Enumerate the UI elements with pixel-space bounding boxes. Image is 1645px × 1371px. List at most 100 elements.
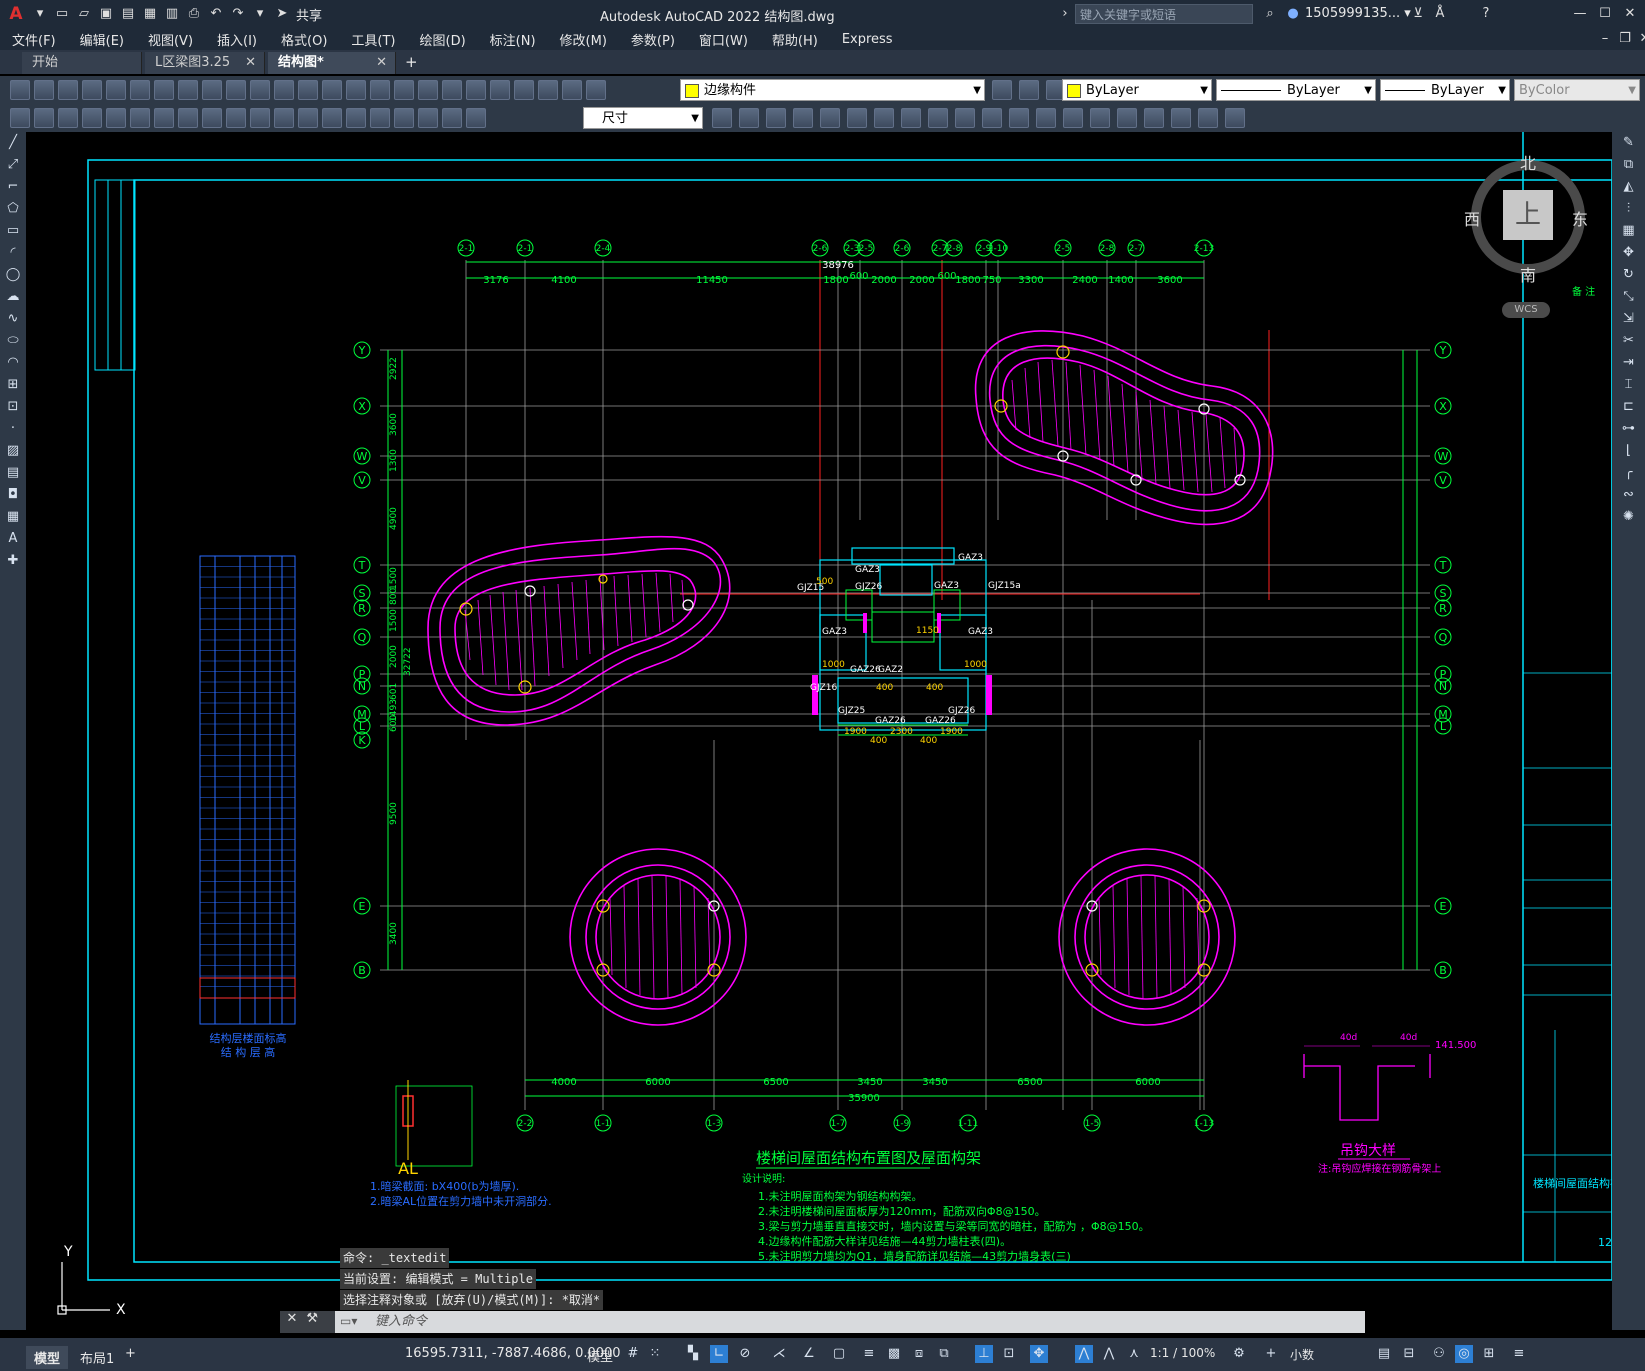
tool-palettes-icon[interactable] [490, 80, 510, 100]
ellipse-icon[interactable]: ⬭ [4, 332, 22, 350]
ortho-icon[interactable]: ∟ [710, 1345, 728, 1363]
viewcube[interactable]: 上 北 南 东 西 [1464, 150, 1588, 290]
close-command-icon[interactable]: ✕ [284, 1311, 300, 1327]
customize-command-icon[interactable]: ⚒ [304, 1311, 320, 1327]
scale-icon[interactable]: ⤡ [1620, 288, 1638, 306]
web-mobile-save-icon[interactable]: ▥ [164, 6, 180, 22]
ellipse-arc-icon[interactable]: ◠ [4, 354, 22, 372]
infer-constraints-icon[interactable]: ▚ [684, 1345, 702, 1363]
publish-icon[interactable] [130, 80, 150, 100]
save-icon[interactable]: ▣ [98, 6, 114, 22]
customize-qa-icon[interactable]: ▾ [252, 6, 268, 22]
color-dropdown[interactable]: ByLayer ▼ [1062, 79, 1212, 101]
explode-icon[interactable] [1144, 108, 1164, 128]
dynamic-ucs-icon[interactable]: ⊥ [975, 1345, 993, 1363]
inspection-icon[interactable] [370, 108, 390, 128]
array-icon[interactable]: ▦ [1620, 222, 1638, 240]
open-folder-icon[interactable]: ▱ [76, 6, 92, 22]
dim-break-icon[interactable] [298, 108, 318, 128]
chevron-right-icon[interactable]: › [1057, 6, 1073, 22]
menu-file[interactable]: 文件(F) [0, 30, 68, 49]
sheet-set-icon[interactable] [514, 80, 534, 100]
user-icon[interactable]: ● [1285, 6, 1301, 22]
menu-draw[interactable]: 绘图(D) [408, 30, 478, 49]
calculator-icon[interactable] [538, 80, 558, 100]
spline-icon[interactable]: ∿ [4, 310, 22, 328]
maximize-icon[interactable]: ☐ [1597, 6, 1613, 22]
rotate-icon[interactable] [901, 108, 921, 128]
pan-icon[interactable] [346, 80, 366, 100]
join-icon[interactable] [1063, 108, 1083, 128]
baseline-dim-icon[interactable] [226, 108, 246, 128]
zoom-previous-icon[interactable] [418, 80, 438, 100]
array-icon[interactable] [847, 108, 867, 128]
radius-dim-icon[interactable] [106, 108, 126, 128]
table-icon[interactable]: ▦ [4, 508, 22, 526]
command-prompt-icon[interactable]: ▭▾ [340, 1314, 357, 1328]
jogged-dim-icon[interactable] [130, 108, 150, 128]
graphics-performance-icon[interactable]: ◎ [1455, 1345, 1473, 1363]
quick-properties-icon[interactable]: ▤ [1375, 1345, 1393, 1363]
tab-layout1[interactable]: 布局1 [72, 1346, 122, 1369]
tab-model[interactable]: 模型 [26, 1346, 69, 1369]
lineweight-dropdown[interactable]: ByLayer ▼ [1380, 79, 1510, 101]
customization-icon[interactable]: ≡ [1510, 1345, 1528, 1363]
extend-icon[interactable] [1009, 108, 1029, 128]
tab-beam-drawing[interactable]: L区梁图3.25 ✕ [145, 52, 265, 74]
model-space-toggle[interactable]: 模型 [587, 1346, 613, 1365]
compass-west[interactable]: 西 [1464, 206, 1480, 230]
construction-line-icon[interactable]: ⤢ [4, 156, 22, 174]
dimstyle-dropdown[interactable]: 尺寸 ▼ [583, 107, 703, 129]
new-file-icon[interactable]: ▭ [54, 6, 70, 22]
paste-icon[interactable] [226, 80, 246, 100]
tolerance-icon[interactable] [322, 108, 342, 128]
zoom-realtime-icon[interactable] [370, 80, 390, 100]
menu-view[interactable]: 视图(V) [136, 30, 205, 49]
trim-icon[interactable]: ✂ [1620, 332, 1638, 350]
polar-icon[interactable]: ⊘ [736, 1345, 754, 1363]
mtext-icon[interactable]: A [4, 530, 22, 548]
viewcube-top-face[interactable]: 上 [1503, 190, 1553, 240]
menu-tools[interactable]: 工具(T) [339, 30, 407, 49]
move-icon[interactable] [874, 108, 894, 128]
doc-close-icon[interactable]: ✕ [1625, 31, 1645, 47]
jogged-linear-icon[interactable] [394, 108, 414, 128]
arc-icon[interactable]: ◜ [4, 244, 22, 262]
center-mark-icon[interactable] [346, 108, 366, 128]
search-input[interactable]: 键入关键字或短语 [1075, 4, 1253, 24]
clean-screen-icon[interactable]: ⊞ [1480, 1345, 1498, 1363]
3d-osnap-icon[interactable]: ⧉ [935, 1345, 953, 1363]
trim-icon[interactable] [982, 108, 1002, 128]
circle-icon[interactable]: ◯ [4, 266, 22, 284]
break-icon[interactable] [1036, 108, 1056, 128]
extend-icon[interactable]: ⇥ [1620, 354, 1638, 372]
rotate-icon[interactable]: ↻ [1620, 266, 1638, 284]
dimstyle-manager-icon[interactable] [712, 108, 732, 128]
share-icon[interactable]: ➤ [274, 6, 290, 22]
join-icon[interactable]: ⊶ [1620, 420, 1638, 438]
copy-icon[interactable] [202, 80, 222, 100]
chamfer-icon[interactable] [1090, 108, 1110, 128]
wcs-menu[interactable]: WCS [1502, 302, 1550, 318]
stretch-icon[interactable] [955, 108, 975, 128]
mtext-icon[interactable] [1198, 108, 1218, 128]
cart-icon[interactable]: ⊻ [1410, 6, 1426, 22]
annotation-scale-icon[interactable]: ⋏ [1125, 1345, 1143, 1363]
gizmo-icon[interactable]: ✥ [1030, 1345, 1048, 1363]
break-icon[interactable]: ⊏ [1620, 398, 1638, 416]
compass-north[interactable]: 北 [1520, 150, 1536, 174]
tab-start[interactable]: 开始 [22, 52, 142, 74]
text-icon[interactable] [1171, 108, 1191, 128]
plot-preview-icon[interactable] [106, 80, 126, 100]
chamfer-icon[interactable]: ⌊ [1620, 442, 1638, 460]
fillet-icon[interactable]: ╭ [1620, 464, 1638, 482]
polyline-icon[interactable]: ⌐ [4, 178, 22, 196]
redo-icon[interactable] [322, 80, 342, 100]
tab-structure-drawing[interactable]: 结构图* ✕ [268, 52, 396, 74]
hatch-icon[interactable] [1225, 108, 1245, 128]
autodesk-app-icon[interactable]: Å [1432, 6, 1448, 22]
new-tab-icon[interactable]: + [405, 53, 418, 71]
auto-scale-icon[interactable]: ⋀ [1100, 1345, 1118, 1363]
revision-cloud-icon[interactable]: ☁ [4, 288, 22, 306]
move-icon[interactable]: ✥ [1620, 244, 1638, 262]
